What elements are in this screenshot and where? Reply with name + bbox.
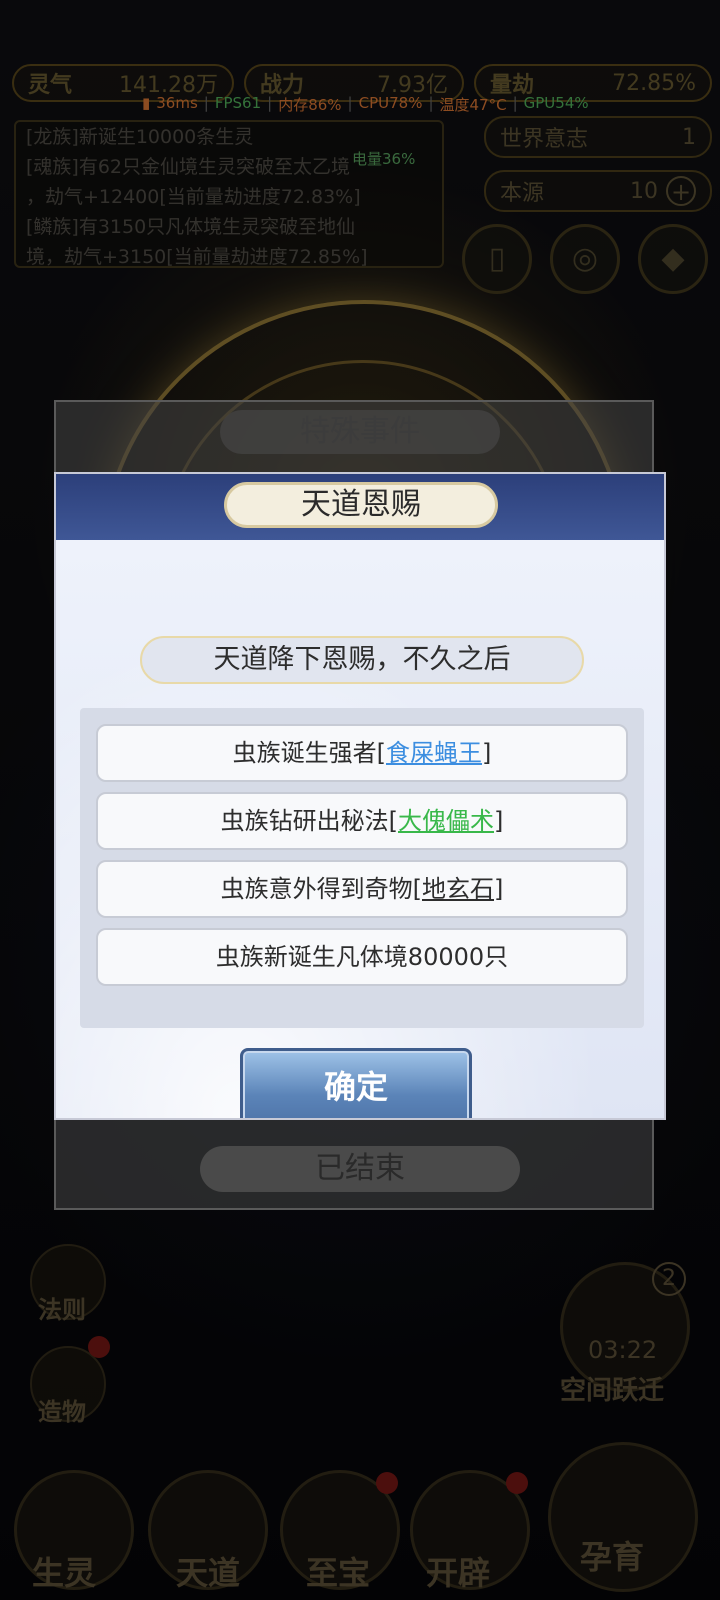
reward-highlight-link[interactable]: 食屎蝇王: [386, 739, 482, 767]
reward-item: 虫族新诞生凡体境80000只: [96, 928, 628, 986]
reward-text: 虫族新诞生凡体境80000只: [215, 943, 509, 971]
reward-text: 虫族意外得到奇物[: [220, 875, 422, 903]
heaven-grace-dialog: 天道恩赐 天道降下恩赐，不久之后 虫族诞生强者[食屎蝇王] 虫族钻研出秘法[大傀…: [54, 472, 666, 1120]
reward-text: 虫族诞生强者[: [232, 739, 386, 767]
reward-highlight-link[interactable]: 大傀儡术: [398, 807, 494, 835]
reward-item: 虫族意外得到奇物[地玄石]: [96, 860, 628, 918]
dialog-header: 天道恩赐: [56, 474, 664, 540]
reward-list: 虫族诞生强者[食屎蝇王] 虫族钻研出秘法[大傀儡术] 虫族意外得到奇物[地玄石]…: [80, 708, 644, 1028]
reward-text: 虫族钻研出秘法[: [220, 807, 398, 835]
special-event-status: 已结束: [200, 1146, 520, 1192]
dialog-body: 天道降下恩赐，不久之后 虫族诞生强者[食屎蝇王] 虫族钻研出秘法[大傀儡术] 虫…: [56, 540, 664, 1118]
reward-text: ]: [482, 739, 492, 767]
special-event-title: 特殊事件: [220, 410, 500, 454]
dialog-subtitle: 天道降下恩赐，不久之后: [140, 636, 584, 684]
reward-highlight-link[interactable]: 地玄石: [422, 875, 494, 903]
reward-item: 虫族诞生强者[食屎蝇王]: [96, 724, 628, 782]
dialog-title: 天道恩赐: [224, 482, 498, 528]
reward-text: ]: [494, 875, 504, 903]
reward-item: 虫族钻研出秘法[大傀儡术]: [96, 792, 628, 850]
reward-text: ]: [494, 807, 504, 835]
confirm-button[interactable]: 确定: [240, 1048, 472, 1118]
